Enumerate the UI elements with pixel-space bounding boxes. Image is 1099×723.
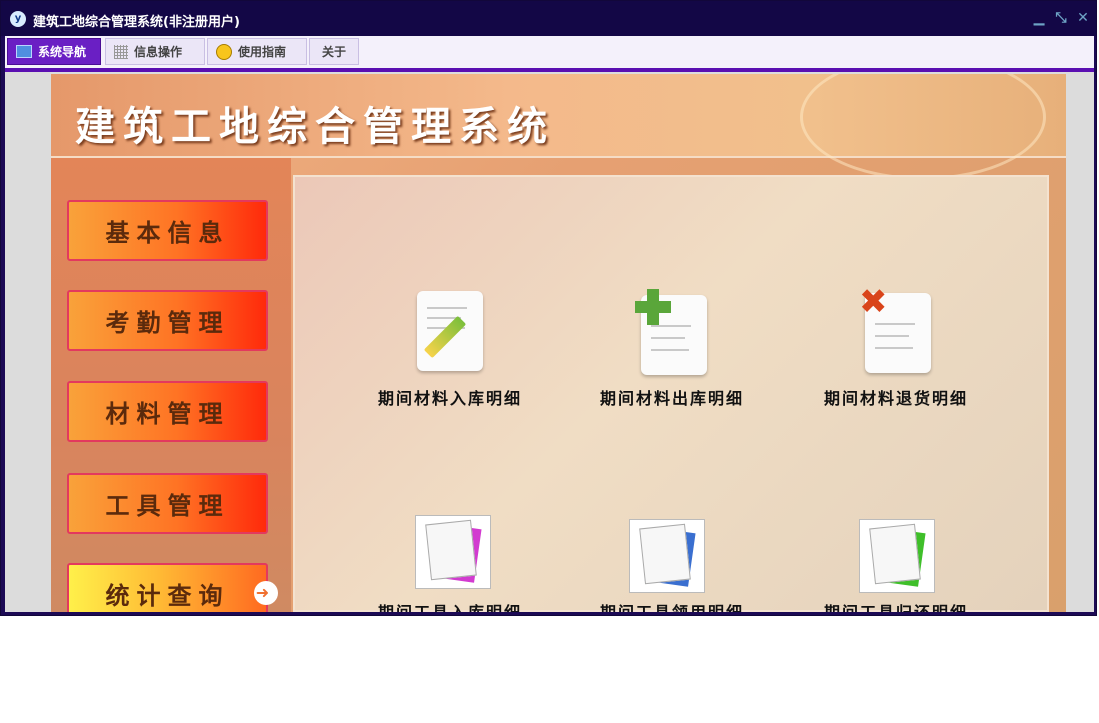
report-item-label: 期间材料出库明细 xyxy=(599,389,744,408)
report-item-material-return[interactable]: ✖ 期间材料退货明细 xyxy=(801,285,991,411)
minimize-icon[interactable]: ▁ xyxy=(1031,10,1047,26)
pencil-document-icon xyxy=(417,291,483,371)
app-logo-icon: y xyxy=(10,11,26,27)
nav-button-label: 统计查询 xyxy=(105,582,230,610)
compass-icon xyxy=(216,43,232,60)
report-item-label: 期间工具领用明细 xyxy=(577,599,767,612)
report-item-label: 期间工具入库明细 xyxy=(355,599,545,612)
tab-about[interactable]: 关于 xyxy=(309,38,359,65)
report-item-label: 期间材料入库明细 xyxy=(377,389,522,408)
tab-label: 系统导航 xyxy=(38,45,87,59)
app-window: y 建筑工地综合管理系统(非注册用户) ▁ ⤡ ✕ 系统导航 信息操作 使用指南… xyxy=(0,0,1097,616)
report-item-label: 期间材料退货明细 xyxy=(823,389,968,408)
report-item-label: 期间工具归还明细 xyxy=(801,599,991,612)
monitor-icon xyxy=(16,45,32,58)
tab-label: 使用指南 xyxy=(238,45,287,59)
tab-system-nav[interactable]: 系统导航 xyxy=(7,38,101,65)
nav-button-tools[interactable]: 工具管理 xyxy=(67,473,268,534)
title-bar: y 建筑工地综合管理系统(非注册用户) ▁ ⤡ ✕ xyxy=(1,1,1096,36)
magenta-papers-icon xyxy=(415,515,491,589)
report-item-tool-lend[interactable]: 期间工具领用明细 xyxy=(577,519,767,612)
header-banner: 建筑工地综合管理系统 xyxy=(51,74,1066,180)
banner-decoration xyxy=(800,74,1046,180)
grid-icon xyxy=(114,44,128,59)
menu-bar: 系统导航 信息操作 使用指南 关于 xyxy=(5,36,1094,72)
main-frame: 建筑工地综合管理系统 基本信息 考勤管理 材料管理 工具管理 统计查询 ➜ 期间… xyxy=(51,74,1066,612)
delete-document-icon: ✖ xyxy=(859,285,931,373)
tab-info-operations[interactable]: 信息操作 xyxy=(105,38,205,65)
nav-button-materials[interactable]: 材料管理 xyxy=(67,381,268,442)
report-panel: 期间材料入库明细 期间材料出库明细 ✖ 期间材料退货明细 xyxy=(293,175,1049,612)
tab-user-guide[interactable]: 使用指南 xyxy=(207,38,307,65)
nav-button-basic-info[interactable]: 基本信息 xyxy=(67,200,268,261)
sidebar: 基本信息 考勤管理 材料管理 工具管理 统计查询 ➜ xyxy=(51,158,291,612)
green-papers-icon xyxy=(859,519,935,593)
nav-button-label: 基本信息 xyxy=(105,219,230,247)
report-item-material-out[interactable]: 期间材料出库明细 xyxy=(577,289,767,411)
nav-button-label: 工具管理 xyxy=(105,492,230,520)
nav-button-attendance[interactable]: 考勤管理 xyxy=(67,290,268,351)
close-icon[interactable]: ✕ xyxy=(1075,10,1091,26)
report-item-tool-in[interactable]: 期间工具入库明细 xyxy=(355,515,545,612)
tab-label: 关于 xyxy=(321,45,346,59)
arrow-right-icon: ➜ xyxy=(254,581,278,605)
nav-button-label: 考勤管理 xyxy=(105,309,230,337)
blue-papers-icon xyxy=(629,519,705,593)
content-area: 建筑工地综合管理系统 基本信息 考勤管理 材料管理 工具管理 统计查询 ➜ 期间… xyxy=(5,72,1094,612)
nav-button-label: 材料管理 xyxy=(105,400,230,428)
nav-button-statistics[interactable]: 统计查询 ➜ xyxy=(67,563,278,612)
report-item-material-in[interactable]: 期间材料入库明细 xyxy=(355,291,545,411)
tab-label: 信息操作 xyxy=(134,45,183,59)
window-title: 建筑工地综合管理系统(非注册用户) xyxy=(33,15,240,30)
add-document-icon xyxy=(635,289,707,375)
report-item-tool-return[interactable]: 期间工具归还明细 xyxy=(801,519,991,612)
restore-icon[interactable]: ⤡ xyxy=(1053,10,1069,26)
banner-title: 建筑工地综合管理系统 xyxy=(75,104,555,150)
